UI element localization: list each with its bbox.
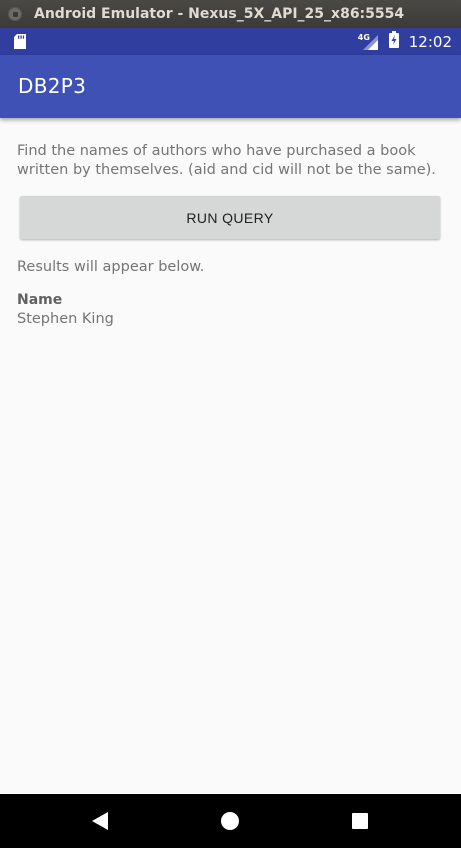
results-note: Results will appear below. bbox=[17, 259, 205, 275]
network-type-label: 4G bbox=[357, 32, 370, 42]
emulator-window-title: Android Emulator - Nexus_5X_API_25_x86:5… bbox=[34, 6, 405, 22]
recents-icon[interactable] bbox=[352, 813, 368, 829]
main-content: Find the names of authors who have purch… bbox=[0, 118, 461, 794]
battery-charging-icon bbox=[388, 31, 399, 52]
sd-card-icon bbox=[14, 34, 26, 53]
window-close-button[interactable] bbox=[8, 7, 22, 21]
app-title: DB2P3 bbox=[18, 74, 87, 98]
results-column-header: Name bbox=[17, 292, 63, 308]
query-description: Find the names of authors who have purch… bbox=[17, 143, 436, 178]
back-icon[interactable] bbox=[91, 811, 109, 835]
result-row: Stephen King bbox=[17, 311, 114, 327]
close-icon bbox=[12, 11, 18, 17]
signal-4g-icon: 4G bbox=[358, 33, 380, 51]
home-icon[interactable] bbox=[221, 812, 239, 830]
status-time: 12:02 bbox=[408, 32, 452, 51]
run-query-button[interactable]: RUN QUERY bbox=[20, 196, 440, 239]
app-bar: DB2P3 bbox=[0, 55, 461, 118]
android-status-bar: 4G 12:02 bbox=[0, 28, 461, 55]
emulator-title-bar: Android Emulator - Nexus_5X_API_25_x86:5… bbox=[0, 0, 461, 28]
android-nav-bar bbox=[0, 794, 461, 848]
